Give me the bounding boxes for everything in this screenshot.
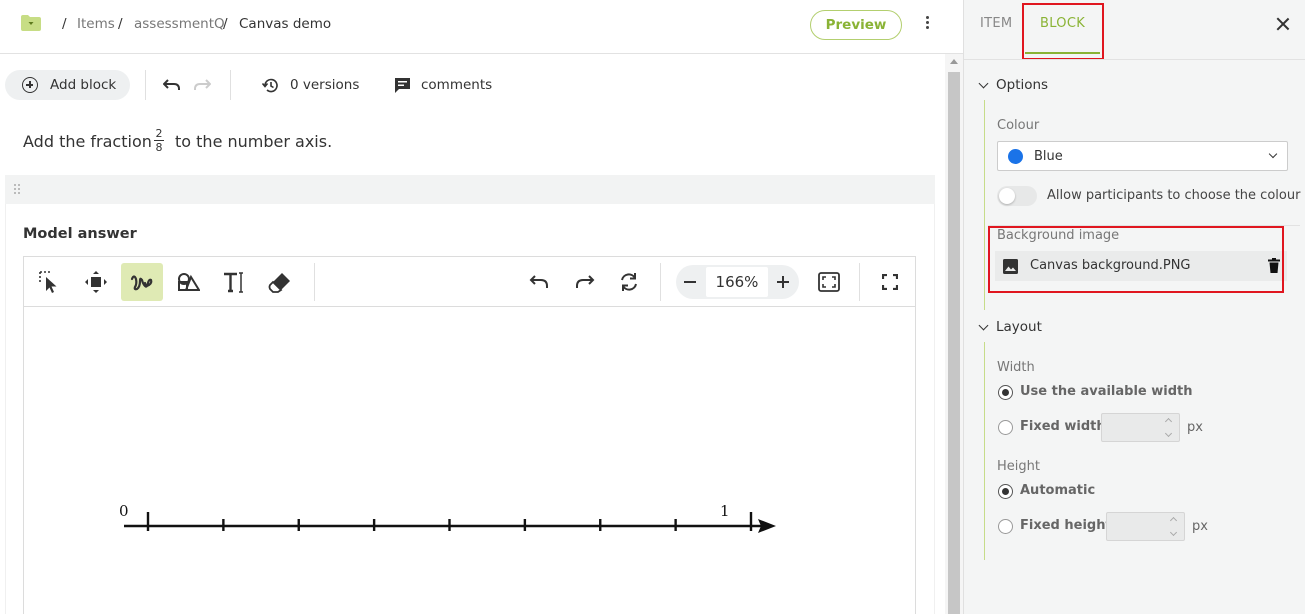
versions-link[interactable]: 0 versions xyxy=(290,77,359,93)
comment-icon[interactable] xyxy=(394,77,411,94)
zoom-value[interactable]: 166% xyxy=(706,267,768,297)
add-block-button[interactable]: Add block xyxy=(5,70,130,100)
scrollbar-thumb[interactable] xyxy=(948,72,960,614)
layout-section-title[interactable]: Layout xyxy=(996,319,1042,335)
breadcrumb-assessmentq[interactable]: assessmentQ xyxy=(134,16,225,32)
select-tool-button[interactable] xyxy=(29,263,71,301)
editor-toolbar: Add block 0 versions comments xyxy=(0,55,945,115)
comments-link[interactable]: comments xyxy=(421,77,492,93)
allow-colour-label: Allow participants to choose the colour xyxy=(1047,188,1301,203)
canvas-undo-icon[interactable] xyxy=(529,274,549,290)
add-block-label: Add block xyxy=(50,77,117,93)
fixed-height-input[interactable] xyxy=(1106,512,1185,541)
height-fixed-radio[interactable] xyxy=(998,519,1013,534)
axis-label-start: 0 xyxy=(119,502,129,520)
properties-panel: ITEM BLOCK Options Colour Blue Allow par… xyxy=(963,0,1305,614)
tab-item[interactable]: ITEM xyxy=(980,16,1012,31)
width-fixed-label[interactable]: Fixed width xyxy=(1020,419,1106,434)
tool-divider xyxy=(660,263,661,301)
block-drag-bar[interactable] xyxy=(5,175,935,204)
height-unit: px xyxy=(1192,519,1208,534)
folder-icon[interactable] xyxy=(20,14,42,32)
move-icon xyxy=(85,271,107,293)
top-header: / Items / assessmentQ / Canvas demo Prev… xyxy=(0,0,963,54)
height-label: Height xyxy=(997,459,1040,474)
colour-label: Colour xyxy=(997,118,1040,133)
height-auto-radio[interactable] xyxy=(998,484,1013,499)
width-unit: px xyxy=(1187,420,1203,435)
redo-icon[interactable] xyxy=(193,78,211,92)
background-highlight-box xyxy=(988,226,1284,293)
reset-icon[interactable] xyxy=(619,272,639,292)
freehand-icon xyxy=(130,275,153,291)
fit-to-screen-icon[interactable] xyxy=(818,271,840,293)
drag-handle-icon[interactable] xyxy=(14,184,22,196)
eraser-icon xyxy=(268,273,290,293)
close-icon[interactable] xyxy=(1276,17,1290,31)
allow-colour-toggle[interactable] xyxy=(997,186,1037,206)
width-available-label[interactable]: Use the available width xyxy=(1020,384,1193,399)
fraction-denominator: 8 xyxy=(155,141,163,154)
options-section-title[interactable]: Options xyxy=(996,77,1048,93)
colour-value: Blue xyxy=(1034,149,1063,164)
eraser-tool-button[interactable] xyxy=(259,263,301,301)
height-fixed-label[interactable]: Fixed height xyxy=(1020,518,1112,533)
question-text-after: to the number axis. xyxy=(175,132,333,151)
undo-icon[interactable] xyxy=(163,78,181,92)
shapes-icon xyxy=(178,273,200,291)
text-tool-button[interactable] xyxy=(213,263,255,301)
model-answer-title: Model answer xyxy=(23,226,137,242)
section-guide-line xyxy=(984,342,985,560)
text-icon xyxy=(224,272,243,293)
width-label: Width xyxy=(997,360,1035,375)
chevron-down-icon xyxy=(1268,149,1278,159)
toolbar-divider xyxy=(230,70,231,100)
fraction-numerator: 2 xyxy=(155,127,163,140)
width-available-radio[interactable] xyxy=(998,385,1013,400)
zoom-out-icon[interactable] xyxy=(684,281,696,283)
freehand-tool-button[interactable] xyxy=(121,263,163,301)
fraction: 2 8 xyxy=(153,127,165,154)
move-tool-button[interactable] xyxy=(75,263,117,301)
axis-ticks xyxy=(146,512,753,531)
height-auto-label[interactable]: Automatic xyxy=(1020,483,1095,498)
zoom-in-icon[interactable] xyxy=(782,276,784,288)
scroll-up-icon[interactable] xyxy=(950,59,958,64)
question-text-before: Add the fraction xyxy=(23,132,152,151)
section-guide-line xyxy=(984,100,985,310)
colour-select[interactable]: Blue xyxy=(997,141,1288,171)
select-icon xyxy=(39,271,57,293)
chevron-down-icon[interactable] xyxy=(978,320,989,331)
tool-divider xyxy=(859,263,860,301)
breadcrumb-separator: / xyxy=(223,16,228,32)
canvas-toolbar: 166% xyxy=(24,257,915,307)
shapes-tool-button[interactable] xyxy=(167,263,209,301)
width-fixed-radio[interactable] xyxy=(998,420,1013,435)
colour-swatch xyxy=(1008,149,1023,164)
tab-highlight-box xyxy=(1022,3,1104,60)
chevron-down-icon[interactable] xyxy=(978,78,989,89)
breadcrumb-current: Canvas demo xyxy=(239,16,332,32)
number-axis-image xyxy=(124,512,776,533)
breadcrumb-separator: / xyxy=(62,16,67,32)
breadcrumb-items[interactable]: Items xyxy=(77,16,115,32)
tool-divider xyxy=(314,263,315,301)
zoom-control: 166% xyxy=(676,265,799,299)
add-circle-icon xyxy=(22,77,38,93)
canvas-redo-icon[interactable] xyxy=(575,274,595,290)
axis-label-end: 1 xyxy=(720,502,730,520)
preview-button[interactable]: Preview xyxy=(810,10,902,40)
panel-divider xyxy=(964,59,1305,60)
more-options-icon[interactable] xyxy=(918,14,936,34)
drawing-canvas[interactable]: 166% 0 1 xyxy=(23,256,916,614)
history-icon[interactable] xyxy=(262,77,279,94)
fullscreen-icon[interactable] xyxy=(882,274,898,290)
toggle-knob xyxy=(999,188,1015,204)
fixed-width-input[interactable] xyxy=(1101,413,1180,442)
toolbar-divider xyxy=(145,70,146,100)
breadcrumb-separator: / xyxy=(118,16,123,32)
